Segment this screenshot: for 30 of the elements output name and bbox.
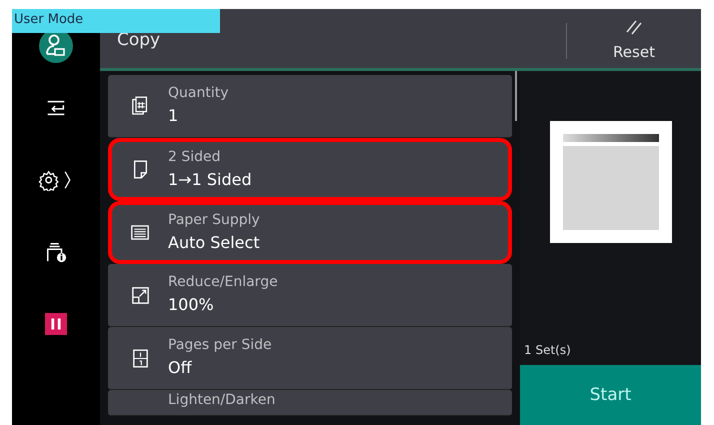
feature-item[interactable]: 2 Sided 1→1 Sided bbox=[108, 138, 512, 201]
feature-value: 1 bbox=[168, 105, 180, 127]
feature-label: Reduce/Enlarge bbox=[168, 273, 278, 292]
feature-item[interactable]: Lighten/Darken bbox=[108, 390, 512, 416]
copies-icon bbox=[132, 96, 148, 116]
feature-item[interactable]: Pages per Side Off bbox=[108, 327, 512, 390]
feature-item[interactable]: Reduce/Enlarge 100% bbox=[108, 264, 512, 327]
feature-value: 100% bbox=[168, 294, 215, 316]
feature-label: Lighten/Darken bbox=[168, 391, 276, 410]
page-icon bbox=[132, 160, 148, 179]
sets-count: 1 Set(s) bbox=[524, 343, 571, 357]
resize-icon bbox=[132, 286, 148, 304]
feature-label: Quantity bbox=[168, 84, 228, 103]
feature-item[interactable]: Paper Supply Auto Select bbox=[108, 201, 512, 264]
feature-label: Pages per Side bbox=[168, 336, 272, 355]
feature-label: 2 Sided bbox=[168, 148, 222, 166]
paper-tray-icon bbox=[131, 225, 149, 240]
feature-label: Paper Supply bbox=[168, 210, 260, 230]
reset-button[interactable]: Reset bbox=[567, 9, 701, 62]
pause-icon[interactable] bbox=[45, 313, 67, 335]
feature-value: 1→1 Sided bbox=[168, 168, 252, 190]
pages-per-side-icon bbox=[132, 348, 148, 368]
feature-value: Off bbox=[168, 357, 193, 379]
feature-item[interactable]: Quantity 1 bbox=[108, 75, 512, 138]
printer-info-icon[interactable] bbox=[45, 241, 67, 263]
start-button[interactable]: Start bbox=[520, 365, 701, 425]
user-mode-badge: User Mode bbox=[12, 9, 220, 33]
scrollbar bbox=[515, 71, 517, 121]
screen-title: Copy bbox=[117, 30, 162, 50]
feature-value: Auto Select bbox=[168, 232, 260, 254]
